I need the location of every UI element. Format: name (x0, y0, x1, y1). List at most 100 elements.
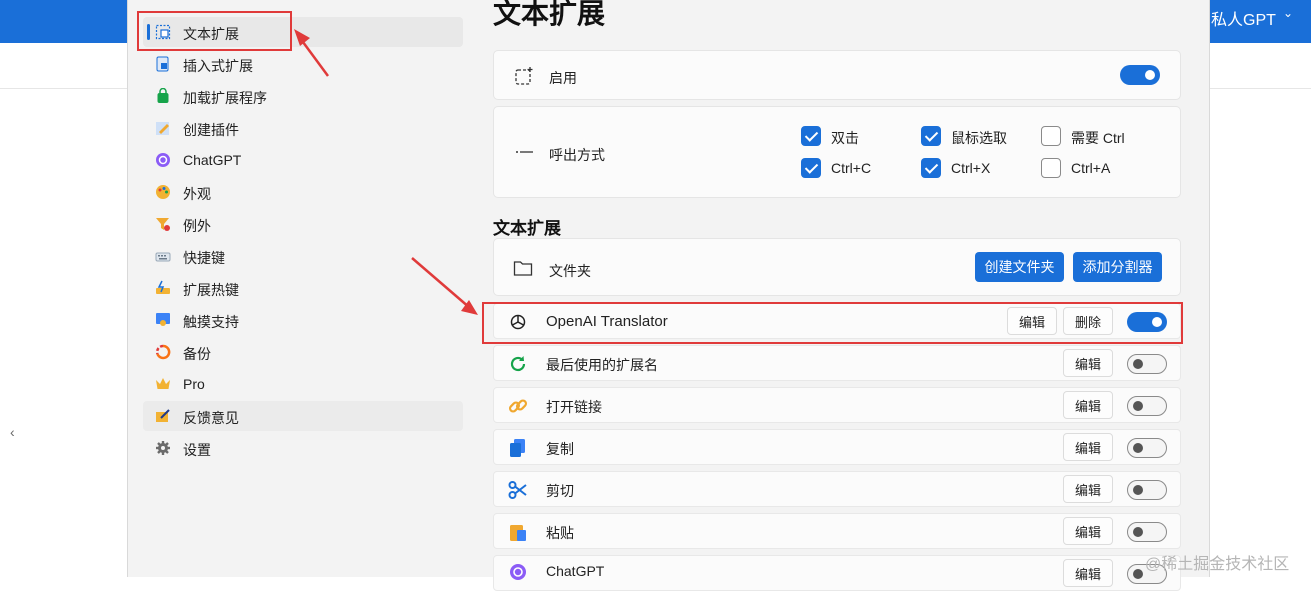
annotation-box-extension (482, 302, 1183, 344)
extension-toggle[interactable] (1127, 438, 1167, 458)
sidebar-item-label: 加载扩展程序 (183, 90, 267, 106)
extension-toggle[interactable] (1127, 480, 1167, 500)
sidebar-item-feedback[interactable]: 反馈意见 (143, 401, 463, 431)
sidebar-item-chatgpt[interactable]: ChatGPT (143, 145, 463, 175)
page-title: 文本扩展 (493, 0, 606, 29)
scissors-icon (508, 481, 527, 499)
sidebar-item-label: 反馈意见 (183, 410, 239, 426)
sidebar-item-label: 外观 (183, 186, 211, 202)
feedback-icon (156, 409, 170, 422)
checkbox-double-click[interactable] (801, 126, 821, 146)
extension-row-open-link[interactable]: 打开链接 编辑 (493, 387, 1181, 423)
section-title: 文本扩展 (493, 219, 561, 238)
chevron-down-icon[interactable]: ⌄ (1283, 6, 1293, 20)
extension-row-last-used[interactable]: 最后使用的扩展名 编辑 (493, 345, 1181, 381)
extension-row-copy[interactable]: 复制 编辑 (493, 429, 1181, 465)
sidebar-item-pro[interactable]: Pro (143, 369, 463, 399)
palette-icon (156, 185, 170, 199)
sidebar-item-label: 备份 (183, 346, 211, 362)
sidebar-item-touch-support[interactable]: 触摸支持 (143, 305, 463, 335)
hotkey-icon (156, 280, 170, 294)
extension-toggle[interactable] (1127, 354, 1167, 374)
checkbox-ctrl-c[interactable] (801, 158, 821, 178)
sidebar-item-label: 设置 (183, 442, 211, 458)
checkbox-require-ctrl[interactable] (1041, 126, 1061, 146)
edit-button[interactable]: 编辑 (1063, 349, 1113, 377)
sidebar-item-insert-expand[interactable]: 插入式扩展 (143, 49, 463, 79)
sidebar-item-label: 扩展热键 (183, 282, 239, 298)
pencil-icon (156, 122, 169, 135)
edit-button[interactable]: 编辑 (1063, 475, 1113, 503)
edit-button[interactable]: 编辑 (1063, 391, 1113, 419)
sidebar-item-extension-hotkeys[interactable]: 扩展热键 (143, 273, 463, 303)
folder-card: 文件夹 创建文件夹 添加分割器 (493, 238, 1181, 296)
bag-icon (157, 88, 169, 103)
settings-window: 文本扩展 插入式扩展 加载扩展程序 创建插件 ChatGPT 外观 例外 快捷键… (127, 0, 1210, 591)
create-folder-button[interactable]: 创建文件夹 (975, 252, 1064, 282)
checkbox-label: Ctrl+X (951, 160, 991, 176)
chatgpt-icon (156, 153, 170, 167)
edit-button[interactable]: 编辑 (1063, 559, 1113, 587)
extension-row-chatgpt[interactable]: ChatGPT 编辑 (493, 555, 1181, 591)
paste-icon (510, 525, 526, 541)
backup-icon (155, 344, 171, 360)
account-menu-label[interactable]: 私人GPT (1211, 6, 1276, 30)
main-content: 文本扩展 启用 呼出方式 双击 鼠标选取 需要 Ctrl Ctrl+C Ctrl… (493, 0, 1183, 591)
extension-name: 复制 (546, 441, 574, 457)
sidebar-item-label: 触摸支持 (183, 314, 239, 330)
checkbox-label: Ctrl+A (1071, 160, 1111, 176)
annotation-box-sidebar (137, 11, 292, 51)
sidebar-item-create-plugin[interactable]: 创建插件 (143, 113, 463, 143)
gear-icon (156, 441, 170, 455)
sidebar-item-exceptions[interactable]: 例外 (143, 209, 463, 239)
text-expand-icon (515, 67, 533, 85)
chatgpt-icon (510, 564, 526, 580)
checkbox-label: 鼠标选取 (951, 130, 1007, 146)
invoke-method-label: 呼出方式 (549, 147, 605, 163)
extension-row-paste[interactable]: 粘贴 编辑 (493, 513, 1181, 549)
extension-row-cut[interactable]: 剪切 编辑 (493, 471, 1181, 507)
sidebar-item-label: ChatGPT (183, 152, 242, 168)
checkbox-ctrl-a[interactable] (1041, 158, 1061, 178)
sidebar-item-label: 快捷键 (183, 250, 225, 266)
watermark: @稀土掘金技术社区 (1145, 556, 1290, 573)
enable-card: 启用 (493, 50, 1181, 100)
touch-icon (156, 313, 170, 326)
checkbox-label: 双击 (831, 130, 859, 146)
enable-label: 启用 (549, 70, 577, 86)
checkbox-label: 需要 Ctrl (1071, 130, 1125, 146)
edit-button[interactable]: 编辑 (1063, 433, 1113, 461)
refresh-icon (510, 356, 526, 372)
extension-toggle[interactable] (1127, 396, 1167, 416)
checkbox-label: Ctrl+C (831, 160, 872, 176)
divider (0, 88, 130, 89)
sidebar-item-label: Pro (183, 376, 205, 392)
sidebar-item-label: 创建插件 (183, 122, 239, 138)
checkbox-ctrl-x[interactable] (921, 158, 941, 178)
divider (1210, 88, 1311, 89)
sidebar-item-shortcuts[interactable]: 快捷键 (143, 241, 463, 271)
chevron-left-icon[interactable]: ‹ (10, 424, 15, 440)
folder-label: 文件夹 (549, 263, 591, 279)
enable-toggle[interactable] (1120, 65, 1160, 85)
sidebar-item-label: 插入式扩展 (183, 58, 253, 74)
add-separator-button[interactable]: 添加分割器 (1073, 252, 1162, 282)
sidebar-item-label: 例外 (183, 218, 211, 234)
keyboard-icon (155, 252, 171, 262)
extension-name: 打开链接 (546, 399, 602, 415)
sidebar-item-settings[interactable]: 设置 (143, 433, 463, 463)
edit-button[interactable]: 编辑 (1063, 517, 1113, 545)
sidebar-item-appearance[interactable]: 外观 (143, 177, 463, 207)
filter-icon (156, 218, 170, 231)
invoke-method-card: 呼出方式 双击 鼠标选取 需要 Ctrl Ctrl+C Ctrl+X Ctrl+… (493, 106, 1181, 198)
checkbox-mouse-select[interactable] (921, 126, 941, 146)
sidebar: 文本扩展 插入式扩展 加载扩展程序 创建插件 ChatGPT 外观 例外 快捷键… (128, 0, 468, 577)
sidebar-item-load-extensions[interactable]: 加载扩展程序 (143, 81, 463, 111)
extension-name: 剪切 (546, 483, 574, 499)
crown-icon (156, 378, 170, 389)
link-icon (508, 399, 528, 413)
dash-icon (516, 151, 533, 153)
extension-toggle[interactable] (1127, 522, 1167, 542)
copy-icon (510, 439, 525, 457)
sidebar-item-backup[interactable]: 备份 (143, 337, 463, 367)
